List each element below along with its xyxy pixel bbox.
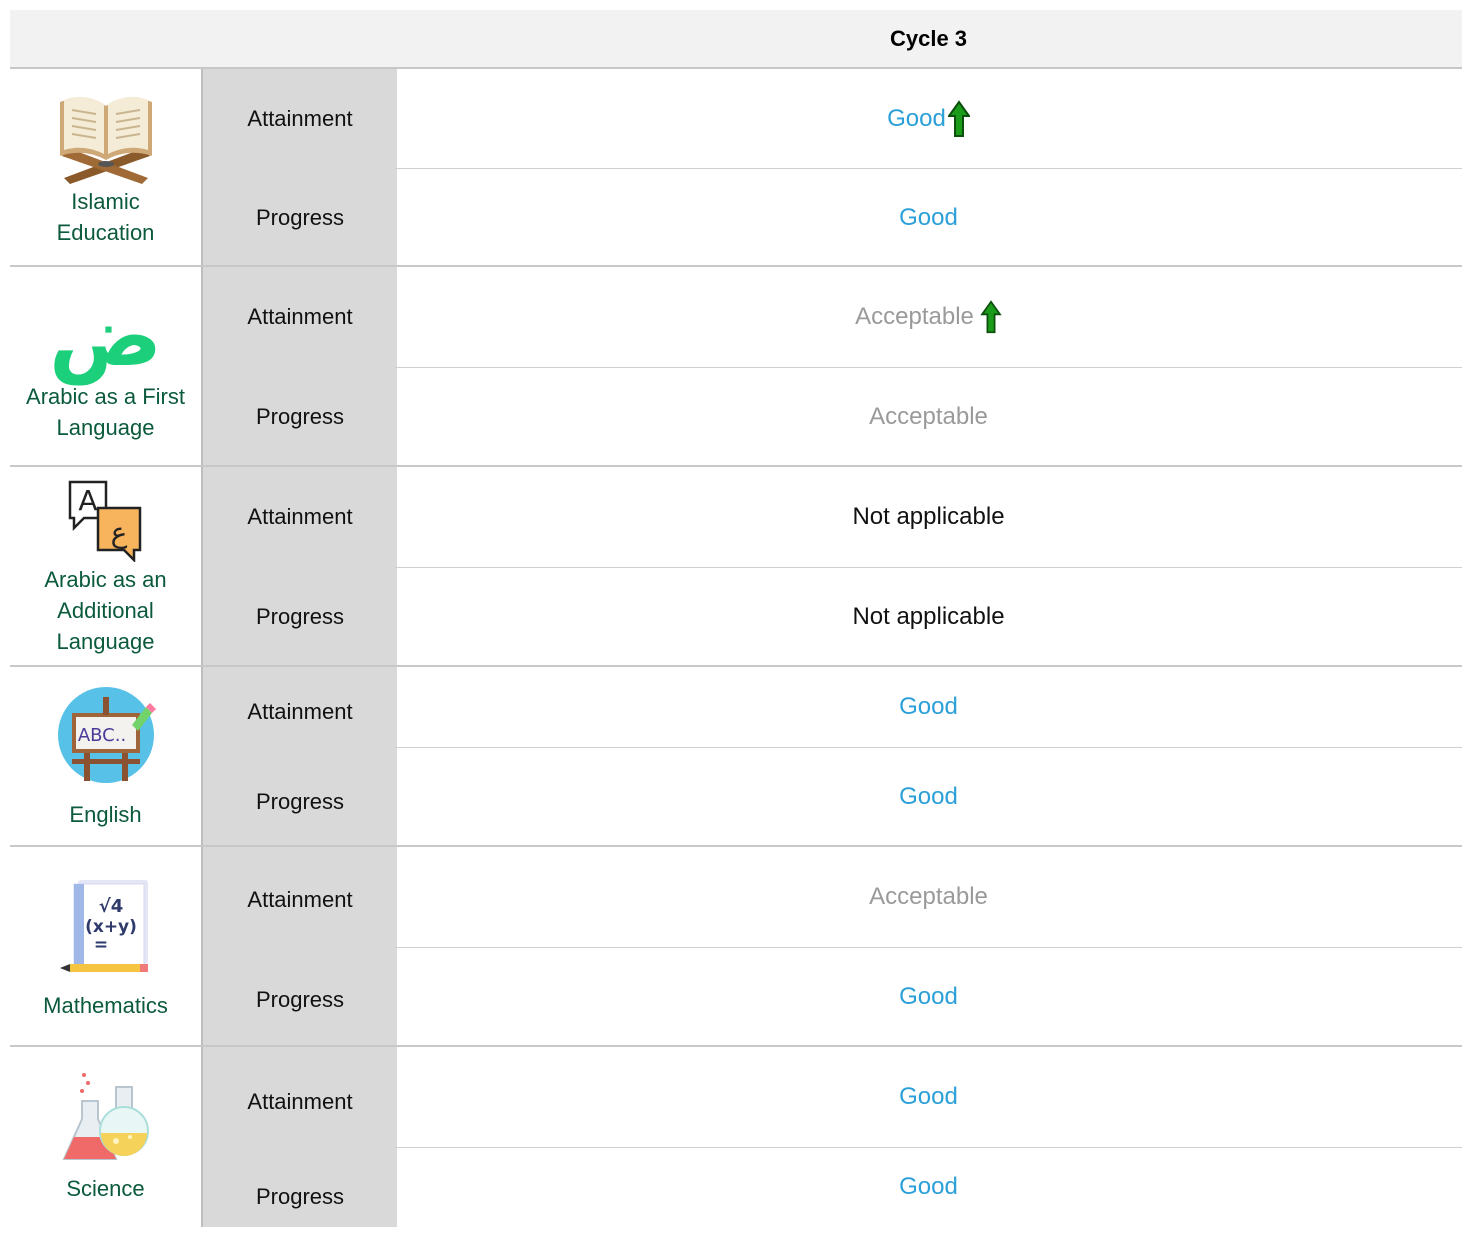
subject-block-arabic-first-language: ض Arabic as a First Language Attainment … xyxy=(10,265,1462,467)
metric-column: Attainment Progress xyxy=(201,1047,397,1227)
subject-block-english: ABC.. English Attainment Progress Good G… xyxy=(10,665,1462,847)
metric-column: Attainment Progress xyxy=(201,667,397,847)
subject-name: Mathematics xyxy=(43,992,168,1018)
subject-name: Arabic as a First Language xyxy=(26,384,185,440)
judgement-text: Acceptable xyxy=(855,303,974,330)
svg-text:ع: ع xyxy=(110,516,127,549)
attainment-value: Not applicable xyxy=(395,467,1462,567)
attainment-label: Attainment xyxy=(247,304,353,329)
svg-text:=: = xyxy=(93,935,107,955)
attainment-value: Acceptable xyxy=(395,267,1462,367)
cycle-header: Cycle 3 xyxy=(889,25,968,51)
attainment-label: Attainment xyxy=(247,887,353,912)
subject-name: Arabic as an Additional Language xyxy=(44,566,167,654)
judgement-text: Good xyxy=(899,983,958,1010)
judgement-text: Good xyxy=(899,783,958,810)
progress-value: Not applicable xyxy=(395,567,1462,667)
arabic-letter-icon: ض xyxy=(49,287,162,385)
progress-label: Progress xyxy=(255,204,345,230)
judgement-text: Not applicable xyxy=(852,603,1005,630)
attainment-value: Good xyxy=(395,667,1462,747)
progress-label: Progress xyxy=(255,404,345,429)
metric-column: Attainment Progress xyxy=(201,69,397,267)
judgement-text: Good xyxy=(899,693,958,720)
subject-block-islamic-education: Islamic Education Attainment Progress Go… xyxy=(10,67,1462,267)
subject-name: English xyxy=(69,801,142,827)
progress-label: Progress xyxy=(255,789,345,814)
judgement-text: Acceptable xyxy=(869,403,988,430)
attainment-label: Attainment xyxy=(247,105,353,131)
arrow-up-icon xyxy=(947,99,970,137)
svg-text:(x+y): (x+y) xyxy=(85,917,137,937)
subject-block-arabic-additional-language: A ع Arabic as an Additional Language Att… xyxy=(10,465,1462,667)
judgement-text: Good xyxy=(887,104,946,132)
metric-column: Attainment Progress xyxy=(201,267,397,467)
subject-cell: Islamic Education xyxy=(10,69,201,267)
translate-speech-icon: A ع xyxy=(68,480,141,562)
subject-cell: ض Arabic as a First Language xyxy=(10,267,201,467)
progress-label: Progress xyxy=(255,604,345,629)
attainment-value: Acceptable xyxy=(395,847,1462,947)
math-notebook-icon: √4 (x+y) = xyxy=(59,879,148,972)
subject-cell: √4 (x+y) = Mathematics xyxy=(10,847,201,1047)
judgement-text: Not applicable xyxy=(852,503,1005,530)
subject-cell: Science xyxy=(10,1047,201,1227)
judgements-table: Cycle 3 Islamic Education Attainment Pro… xyxy=(10,10,1462,1227)
subject-block-science: Science Attainment Progress Good Good xyxy=(10,1045,1462,1227)
metric-column: Attainment Progress xyxy=(201,467,397,667)
svg-text:√4: √4 xyxy=(98,896,123,917)
flasks-icon xyxy=(61,1072,149,1160)
attainment-label: Attainment xyxy=(247,1089,353,1114)
progress-label: Progress xyxy=(255,987,345,1012)
judgement-text: Good xyxy=(899,203,958,231)
judgement-text: Good xyxy=(899,1083,958,1110)
progress-value: Good xyxy=(395,1147,1462,1227)
judgement-text: Acceptable xyxy=(869,883,988,910)
progress-value: Acceptable xyxy=(395,367,1462,467)
svg-text:A: A xyxy=(78,484,97,517)
metric-column: Attainment Progress xyxy=(201,847,397,1047)
progress-label: Progress xyxy=(255,1184,345,1209)
quran-book-icon xyxy=(59,96,152,184)
abc-easel-icon: ABC.. xyxy=(57,686,156,783)
attainment-label: Attainment xyxy=(247,699,353,724)
table-header: Cycle 3 xyxy=(10,10,1462,67)
arrow-up-icon xyxy=(980,300,1002,334)
subject-name: Islamic Education xyxy=(56,189,155,245)
svg-text:ABC..: ABC.. xyxy=(77,725,125,746)
subject-block-mathematics: √4 (x+y) = Mathematics Attainment Progre… xyxy=(10,845,1462,1047)
progress-value: Good xyxy=(395,168,1462,267)
subject-name: Science xyxy=(66,1175,145,1201)
attainment-value: Good xyxy=(395,69,1462,168)
attainment-label: Attainment xyxy=(247,504,353,529)
subject-cell: ABC.. English xyxy=(10,667,201,847)
progress-value: Good xyxy=(395,947,1462,1047)
judgement-text: Good xyxy=(899,1173,958,1200)
attainment-value: Good xyxy=(395,1047,1462,1147)
progress-value: Good xyxy=(395,747,1462,847)
subject-cell: A ع Arabic as an Additional Language xyxy=(10,467,201,667)
